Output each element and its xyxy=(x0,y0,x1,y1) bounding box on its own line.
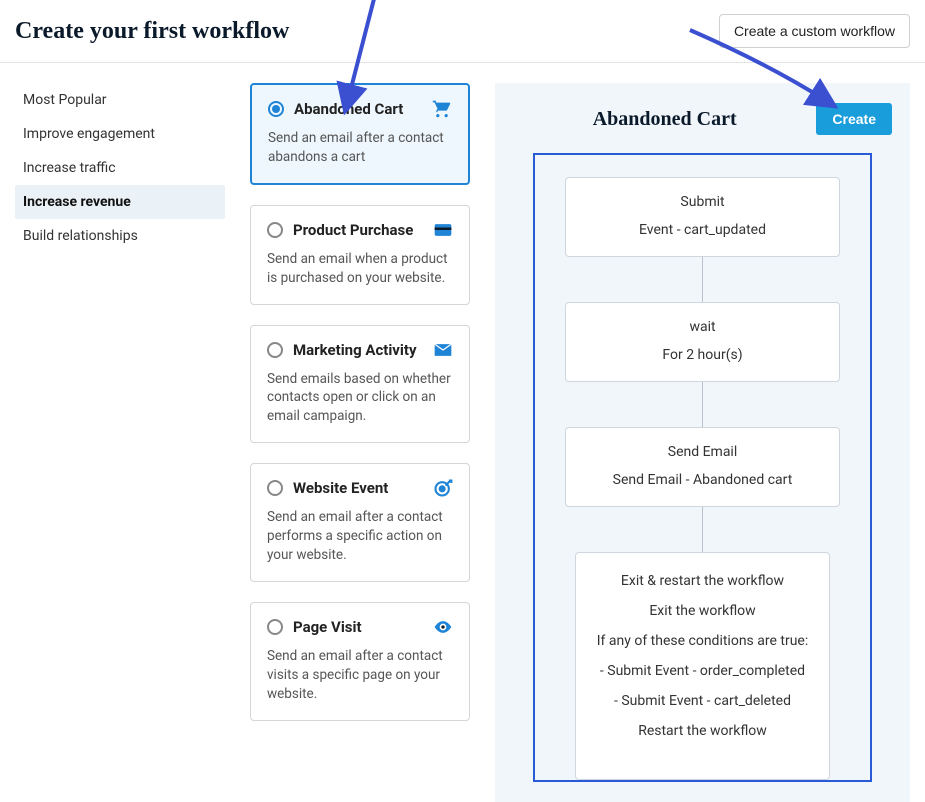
exit-restart-label: Restart the workflow xyxy=(588,723,817,739)
template-title: Marketing Activity xyxy=(293,341,423,359)
preview-title: Abandoned Cart xyxy=(513,108,816,131)
radio-icon xyxy=(267,480,283,496)
template-card-website-event[interactable]: Website Event Send an email after a cont… xyxy=(250,463,470,582)
sidebar-item-increase-revenue[interactable]: Increase revenue xyxy=(15,185,225,219)
radio-icon xyxy=(267,619,283,635)
sidebar-item-build-relationships[interactable]: Build relationships xyxy=(15,219,225,253)
flow-connector xyxy=(702,382,703,427)
node-sub: Send Email - Abandoned cart xyxy=(576,472,829,488)
sidebar-item-increase-traffic[interactable]: Increase traffic xyxy=(15,151,225,185)
target-icon xyxy=(433,478,453,498)
category-sidebar: Most Popular Improve engagement Increase… xyxy=(15,83,225,802)
template-title: Website Event xyxy=(293,479,423,497)
exit-label: Exit the workflow xyxy=(588,603,817,619)
credit-card-icon xyxy=(433,220,453,240)
template-desc: Send an email after a contact abandons a… xyxy=(268,129,452,167)
workflow-diagram: Submit Event - cart_updated wait For 2 h… xyxy=(533,153,872,782)
node-sub: Event - cart_updated xyxy=(576,222,829,238)
exit-condition: - Submit Event - cart_deleted xyxy=(588,693,817,709)
create-custom-workflow-button[interactable]: Create a custom workflow xyxy=(719,14,910,48)
template-card-marketing-activity[interactable]: Marketing Activity Send emails based on … xyxy=(250,325,470,444)
flow-connector xyxy=(702,257,703,302)
template-title: Page Visit xyxy=(293,618,423,636)
node-label: wait xyxy=(576,319,829,335)
template-card-product-purchase[interactable]: Product Purchase Send an email when a pr… xyxy=(250,205,470,305)
flow-node-submit: Submit Event - cart_updated xyxy=(565,177,840,257)
flow-node-exit: Exit & restart the workflow Exit the wor… xyxy=(575,552,830,780)
exit-condition: - Submit Event - order_completed xyxy=(588,663,817,679)
exit-heading: Exit & restart the workflow xyxy=(588,573,817,589)
flow-node-send-email: Send Email Send Email - Abandoned cart xyxy=(565,427,840,507)
node-sub: For 2 hour(s) xyxy=(576,347,829,363)
sidebar-item-improve-engagement[interactable]: Improve engagement xyxy=(15,117,225,151)
flow-connector xyxy=(702,507,703,552)
template-desc: Send an email when a product is purchase… xyxy=(267,250,453,288)
template-title: Product Purchase xyxy=(293,221,423,239)
page-header: Create your first workflow Create a cust… xyxy=(0,0,925,63)
page-title: Create your first workflow xyxy=(15,18,289,45)
radio-icon xyxy=(267,222,283,238)
node-label: Send Email xyxy=(576,444,829,460)
exit-condition-intro: If any of these conditions are true: xyxy=(588,633,817,649)
envelope-icon xyxy=(433,340,453,360)
template-desc: Send emails based on whether contacts op… xyxy=(267,370,453,427)
flow-node-wait: wait For 2 hour(s) xyxy=(565,302,840,382)
eye-icon xyxy=(433,617,453,637)
template-desc: Send an email after a contact visits a s… xyxy=(267,647,453,704)
template-card-page-visit[interactable]: Page Visit Send an email after a contact… xyxy=(250,602,470,721)
radio-selected-icon xyxy=(268,101,284,117)
workflow-preview-panel: Abandoned Cart Create Submit Event - car… xyxy=(495,83,910,802)
template-card-abandoned-cart[interactable]: Abandoned Cart Send an email after a con… xyxy=(250,83,470,185)
node-label: Submit xyxy=(576,194,829,210)
sidebar-item-most-popular[interactable]: Most Popular xyxy=(15,83,225,117)
template-desc: Send an email after a contact performs a… xyxy=(267,508,453,565)
cart-icon xyxy=(432,99,452,119)
radio-icon xyxy=(267,342,283,358)
template-list: Abandoned Cart Send an email after a con… xyxy=(250,83,470,802)
create-button[interactable]: Create xyxy=(816,103,892,135)
template-title: Abandoned Cart xyxy=(294,100,422,118)
